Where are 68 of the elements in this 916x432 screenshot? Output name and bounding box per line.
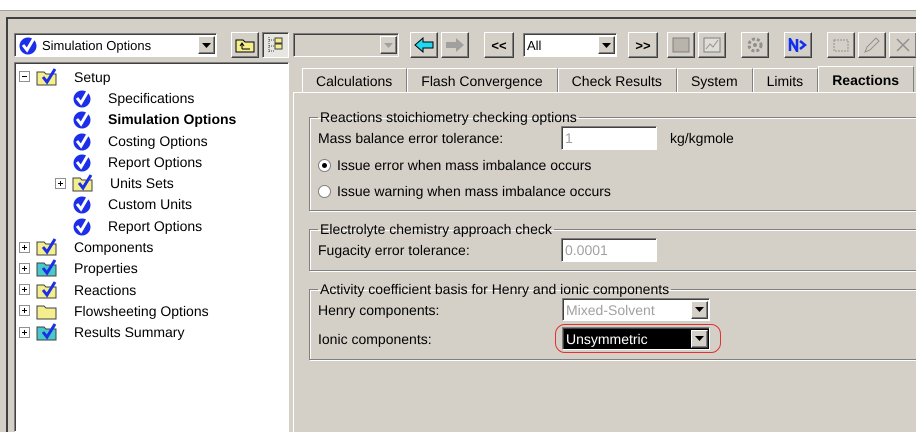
tab[interactable]: Check Results bbox=[558, 68, 677, 92]
caret-icon bbox=[695, 336, 704, 341]
caret-icon bbox=[202, 42, 212, 48]
expand-icon[interactable] bbox=[55, 178, 66, 189]
chart-icon bbox=[703, 37, 721, 53]
tab[interactable]: Limits bbox=[752, 68, 818, 92]
arrow-left-button[interactable] bbox=[410, 32, 438, 58]
check-circle-icon bbox=[72, 216, 92, 236]
next-icon bbox=[788, 38, 808, 52]
tree-item[interactable]: Properties bbox=[74, 260, 138, 276]
dropdown[interactable]: Unsymmetric bbox=[562, 327, 710, 350]
tab[interactable]: System bbox=[676, 68, 753, 92]
close-icon bbox=[895, 37, 911, 53]
expand-icon[interactable] bbox=[19, 305, 30, 316]
radio-button[interactable] bbox=[318, 184, 331, 198]
tree-item[interactable]: Custom Units bbox=[108, 196, 192, 212]
folder-up-icon bbox=[234, 37, 255, 53]
expand-icon[interactable] bbox=[19, 284, 30, 296]
expand-icon[interactable] bbox=[19, 326, 30, 338]
gear-icon bbox=[746, 36, 764, 54]
tree-item[interactable]: Specifications bbox=[108, 90, 194, 106]
radio-label: Issue error when mass imbalance occurs bbox=[337, 157, 592, 173]
tree-view-button[interactable] bbox=[262, 32, 289, 58]
field-label: Fugacity error tolerance: bbox=[318, 242, 471, 258]
check-circle-icon bbox=[72, 152, 92, 172]
caret-icon bbox=[384, 42, 393, 48]
group-title: Electrolyte chemistry approach check bbox=[319, 221, 553, 237]
folder-up-button[interactable] bbox=[231, 32, 258, 58]
check-circle-icon bbox=[72, 194, 92, 214]
check-circle-icon bbox=[18, 35, 38, 55]
pencil-icon bbox=[863, 36, 881, 54]
tree-item[interactable]: Setup bbox=[74, 68, 111, 85]
page-button[interactable]: << bbox=[484, 32, 514, 58]
tree-item[interactable]: Results Summary bbox=[74, 324, 184, 340]
expand-icon[interactable] bbox=[19, 262, 30, 274]
field-label: Henry components: bbox=[318, 302, 440, 318]
toolbar-combo[interactable]: All bbox=[523, 33, 617, 57]
check-circle-icon bbox=[72, 88, 92, 108]
field-label: Mass balance error tolerance: bbox=[318, 130, 504, 146]
tree-item[interactable]: Costing Options bbox=[108, 132, 208, 149]
tree-item[interactable]: Components bbox=[74, 239, 154, 256]
radio-button[interactable] bbox=[318, 158, 331, 172]
right-arrow-icon bbox=[445, 37, 465, 53]
group-title: Activity coefficient basis for Henry and ionic components bbox=[319, 281, 670, 297]
unit-label: kg/kgmole bbox=[670, 130, 734, 146]
expand-icon[interactable] bbox=[19, 242, 30, 253]
field-label: Ionic components: bbox=[318, 330, 433, 346]
group-title: Reactions stoichiometry checking options bbox=[319, 109, 578, 125]
check-circle-icon bbox=[72, 130, 92, 151]
tree-item[interactable]: Report Options bbox=[108, 218, 202, 234]
caret-icon bbox=[602, 42, 611, 48]
tree-item[interactable]: Report Options bbox=[108, 154, 202, 170]
radio-label: Issue warning when mass imbalance occurs bbox=[337, 183, 611, 199]
tree-item[interactable]: Reactions bbox=[74, 282, 136, 298]
collapse-icon[interactable] bbox=[19, 71, 30, 82]
page-button[interactable]: >> bbox=[628, 32, 658, 58]
next-button[interactable] bbox=[784, 32, 812, 58]
tree-item[interactable]: Flowsheeting Options bbox=[74, 302, 209, 319]
caret-icon bbox=[695, 307, 704, 312]
check-circle-icon bbox=[72, 109, 92, 130]
navigation-combo[interactable]: Simulation Options bbox=[14, 33, 218, 57]
tree-view-icon bbox=[266, 36, 284, 54]
tab[interactable]: Calculations bbox=[302, 68, 408, 92]
left-arrow-icon bbox=[414, 37, 434, 53]
tree-item[interactable]: Units Sets bbox=[110, 175, 174, 192]
tree-item[interactable]: Simulation Options bbox=[108, 111, 236, 128]
tab[interactable]: Reactions bbox=[818, 66, 914, 92]
tab[interactable]: Flash Convergence bbox=[407, 68, 558, 92]
